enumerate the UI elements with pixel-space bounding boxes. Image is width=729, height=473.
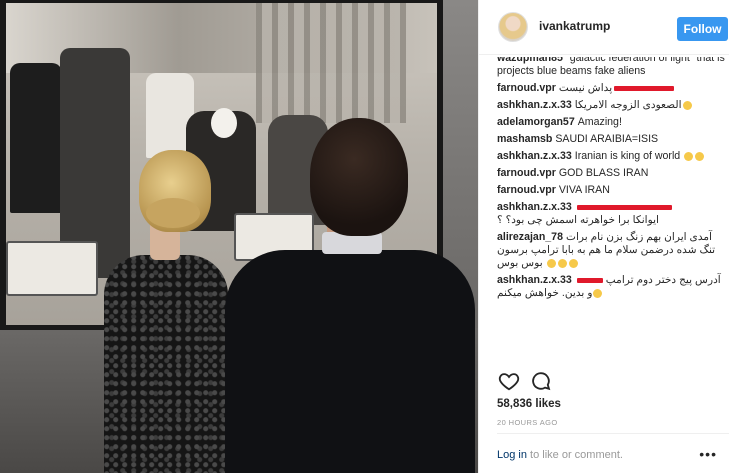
post-actions xyxy=(497,370,707,394)
comment-username[interactable]: mashamsb xyxy=(497,133,552,145)
post-author-username[interactable]: ivankatrump xyxy=(539,19,610,33)
emoji-icon xyxy=(546,258,556,268)
login-link[interactable]: Log in xyxy=(497,449,527,461)
divider xyxy=(497,433,729,434)
comment-text: ایوانکا برا خواهرته اسمش چی بود؟ ؟ xyxy=(497,214,659,226)
comment-text: Amazing! xyxy=(577,116,622,128)
profile-avatar[interactable] xyxy=(498,12,528,42)
emoji-icon xyxy=(568,258,578,268)
comment-text: SAUDI ARAIBIA=ISIS xyxy=(555,133,659,145)
comment-username[interactable]: ashkhan.z.x.33 xyxy=(497,99,572,111)
comments-list[interactable]: wazupman85 "galactic federation of light"… xyxy=(497,57,727,362)
redaction-mark xyxy=(576,277,603,283)
comment-text: پداش نیست xyxy=(558,82,613,94)
comment-username[interactable]: farnoud.vpr xyxy=(497,167,556,179)
redaction-mark xyxy=(576,204,672,210)
comment-text: Iranian is king of world xyxy=(574,150,681,162)
heart-icon[interactable] xyxy=(497,370,521,394)
post-header: ivankatrump Follow xyxy=(479,0,729,55)
comment-username[interactable]: ashkhan.z.x.33 xyxy=(497,274,572,286)
comment: ashkhan.z.x.33 الصعودی الزوجه الامریکا xyxy=(497,99,727,112)
comment-username[interactable]: farnoud.vpr xyxy=(497,82,556,94)
comment-username[interactable]: ashkhan.z.x.33 xyxy=(497,150,572,162)
post-photo[interactable] xyxy=(0,0,478,473)
emoji-icon xyxy=(557,258,567,268)
emoji-icon xyxy=(593,288,603,298)
comment: mashamsb SAUDI ARAIBIA=ISIS xyxy=(497,133,727,146)
comment: farnoud.vpr VIVA IRAN xyxy=(497,184,727,197)
comment-username[interactable]: farnoud.vpr xyxy=(497,184,556,196)
comment-username[interactable]: alirezajan_78 xyxy=(497,231,563,243)
comment: farnoud.vpr GOD BLASS IRAN xyxy=(497,167,727,180)
emoji-icon xyxy=(695,151,705,161)
follow-button[interactable]: Follow xyxy=(677,17,728,41)
ellipsis-icon[interactable]: ••• xyxy=(699,447,717,461)
comment-username[interactable]: adelamorgan57 xyxy=(497,116,575,128)
post-side-panel: ivankatrump Follow wazupman85 "galactic f… xyxy=(478,0,729,473)
comment: adelamorgan57 Amazing! xyxy=(497,116,727,129)
comment: wazupman85 "galactic federation of light"… xyxy=(497,57,727,78)
comment: ashkhan.z.x.33 ایوانکا برا خواهرته اسمش … xyxy=(497,201,727,227)
man-figure xyxy=(225,250,475,473)
emoji-icon xyxy=(682,100,692,110)
comment-text: VIVA IRAN xyxy=(558,184,610,196)
login-prompt-text: to like or comment. xyxy=(526,449,623,461)
comment: ashkhan.z.x.33 Iranian is king of world xyxy=(497,150,727,163)
likes-count[interactable]: 58,836 likes xyxy=(497,398,561,410)
login-prompt: Log in to like or comment. xyxy=(497,449,623,461)
comment: ashkhan.z.x.33 آدرس پیج دختر دوم ترامپ و… xyxy=(497,274,727,300)
comment-icon[interactable] xyxy=(529,370,553,394)
comment-text: الصعودی الزوجه الامریکا xyxy=(574,99,682,111)
comment-text: GOD BLASS IRAN xyxy=(558,167,649,179)
comment-username[interactable]: wazupman85 xyxy=(497,57,563,64)
redaction-mark xyxy=(614,85,675,91)
comment: alirezajan_78 آمدی ایران بهم زنگ بزن نام … xyxy=(497,231,727,270)
man-hair xyxy=(310,118,408,236)
comment: farnoud.vpr پداش نیست xyxy=(497,82,727,95)
woman-figure xyxy=(104,255,228,473)
post-timestamp: 20 HOURS AGO xyxy=(497,418,558,427)
comment-username[interactable]: ashkhan.z.x.33 xyxy=(497,201,572,213)
emoji-icon xyxy=(684,151,694,161)
